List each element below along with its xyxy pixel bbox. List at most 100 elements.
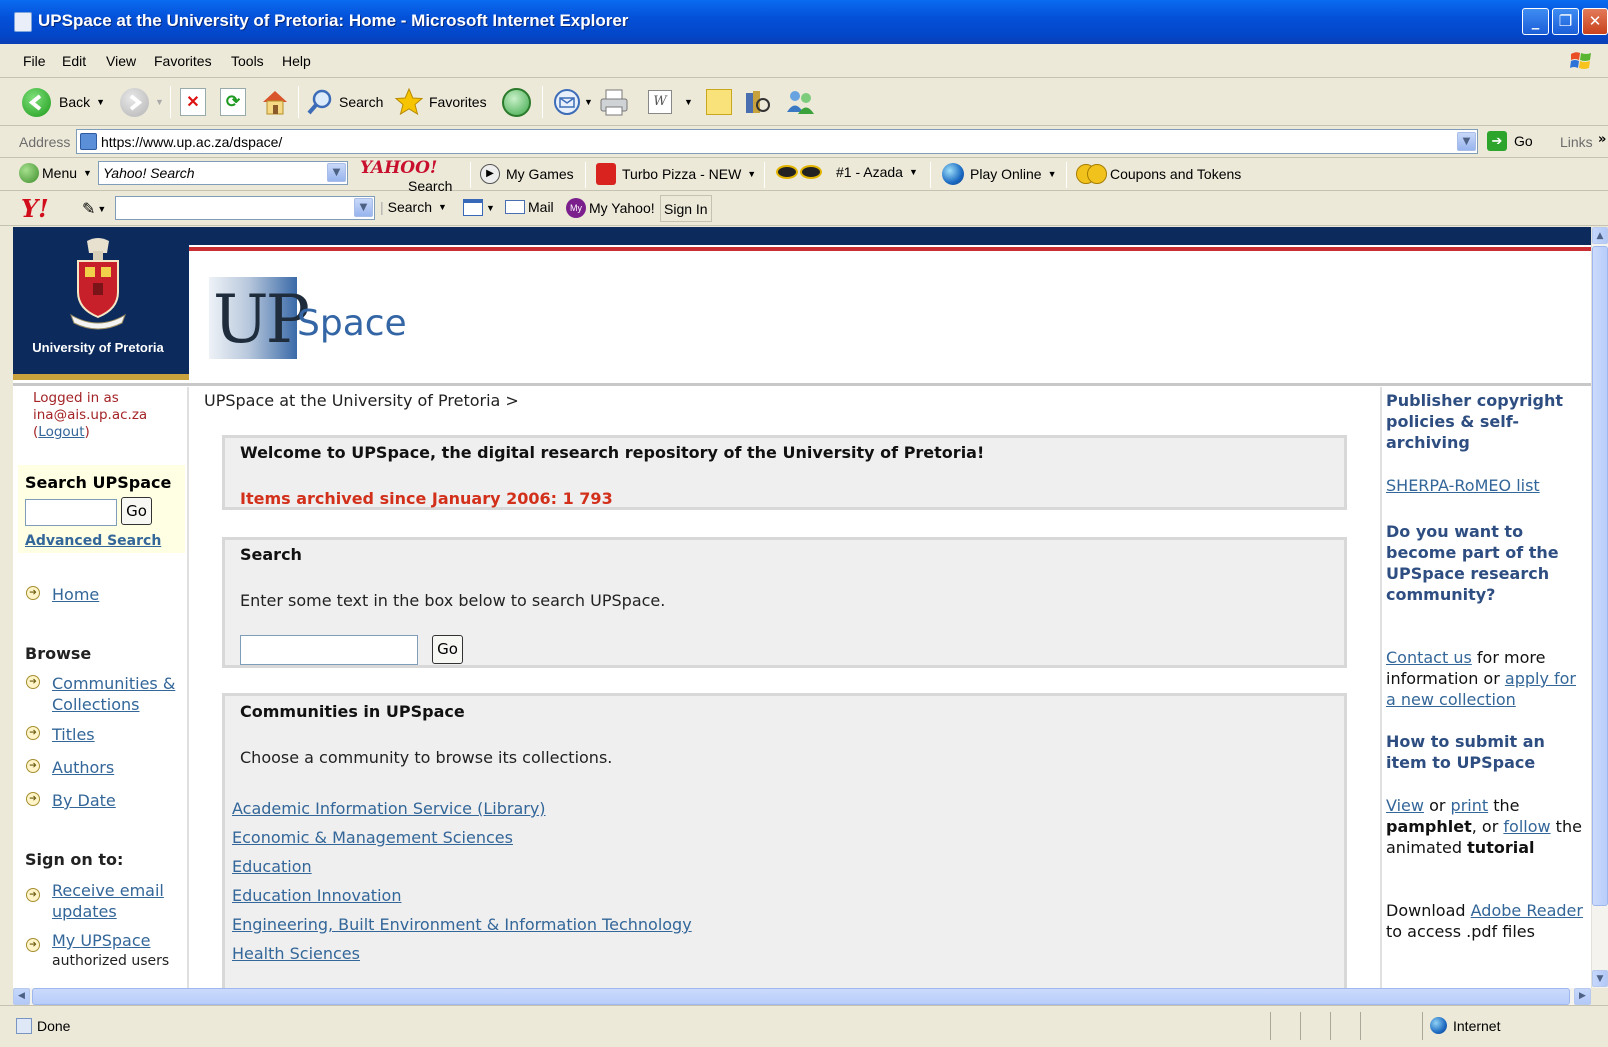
address-input[interactable]: https://www.up.ac.za/dspace/ ▼: [76, 129, 1478, 154]
research-button[interactable]: [742, 84, 772, 120]
turbo-pizza-button[interactable]: Turbo Pizza - NEW ▼: [596, 163, 756, 185]
go-button[interactable]: ➔ Go: [1487, 131, 1533, 151]
logout-link[interactable]: Logout: [38, 424, 84, 440]
mail-button[interactable]: ▼: [552, 84, 593, 120]
yahoo-mail-button[interactable]: Mail: [505, 199, 554, 215]
yahoo-y-logo[interactable]: Y!: [21, 194, 49, 223]
yahoo-pencil-button[interactable]: ✎ ▼: [82, 199, 106, 219]
sidebar-item-label: Communities & Collections: [52, 674, 176, 714]
turbo-pizza-dropdown-icon[interactable]: ▼: [747, 169, 756, 179]
sidebar-item-titles[interactable]: ➔ Titles: [26, 724, 95, 745]
coupons-button[interactable]: Coupons and Tokens: [1076, 163, 1241, 185]
note-icon: [706, 89, 732, 115]
yahoo-search-logo[interactable]: YAHOO! Search: [360, 158, 452, 194]
yahoo-menu-button[interactable]: Menu ▼: [19, 163, 92, 183]
sidebar-item-my-upspace[interactable]: ➔ My UPSpace authorized users: [26, 930, 169, 972]
vertical-scroll-thumb[interactable]: [1592, 246, 1608, 906]
contact-us-link[interactable]: Contact us: [1386, 648, 1472, 667]
community-link[interactable]: Engineering, Built Environment & Informa…: [232, 915, 692, 934]
address-dropdown-icon[interactable]: ▼: [1457, 132, 1476, 151]
close-button[interactable]: ✕: [1582, 8, 1608, 35]
sherpa-romeo-link[interactable]: SHERPA-RoMEO list: [1386, 475, 1586, 496]
menu-favorites[interactable]: Favorites: [154, 53, 212, 69]
play-online-button[interactable]: Play Online ▼: [942, 163, 1057, 185]
azada-button[interactable]: #1 - Azada ▼: [776, 164, 918, 180]
left-navigation: Logged in as ina@ais.up.ac.za (Logout) S…: [13, 387, 189, 988]
vertical-scrollbar[interactable]: ▲ ▼: [1591, 227, 1608, 988]
my-games-button[interactable]: ▶ My Games: [480, 164, 574, 184]
menu-file[interactable]: File: [23, 53, 46, 69]
home-button[interactable]: [260, 84, 290, 120]
scroll-right-icon[interactable]: ▶: [1574, 988, 1591, 1005]
discuss-button[interactable]: [706, 84, 732, 120]
refresh-button[interactable]: ⟳: [220, 84, 246, 120]
main-search-input[interactable]: [240, 635, 418, 665]
scroll-left-icon[interactable]: ◀: [13, 988, 30, 1005]
sidebar-item-communities[interactable]: ➔ Communities & Collections: [26, 673, 176, 715]
menu-view[interactable]: View: [106, 53, 136, 69]
menu-help[interactable]: Help: [282, 53, 311, 69]
restore-button[interactable]: ❐: [1552, 8, 1579, 35]
view-link[interactable]: View: [1386, 796, 1424, 815]
back-button[interactable]: Back ▼: [22, 84, 105, 120]
search-button[interactable]: Search: [306, 84, 383, 120]
yahoo-search-dropdown-icon[interactable]: ▼: [327, 163, 346, 182]
yahoo-search-dropdown-icon[interactable]: ▼: [438, 202, 447, 212]
community-link[interactable]: Health Sciences: [232, 944, 360, 963]
community-link[interactable]: Economic & Management Sciences: [232, 828, 513, 847]
sign-in-button[interactable]: Sign In: [660, 195, 712, 222]
university-logo-block[interactable]: University of Pretoria: [13, 227, 189, 379]
azada-dropdown-icon[interactable]: ▼: [909, 167, 918, 177]
sidebar-item-email-updates[interactable]: ➔ Receive email updates: [26, 880, 176, 922]
edit-dropdown-icon[interactable]: ▼: [684, 97, 693, 107]
links-chevron-icon[interactable]: »: [1598, 132, 1606, 147]
community-link[interactable]: Education: [232, 857, 312, 876]
messenger-people-icon: [787, 91, 814, 114]
print-link[interactable]: print: [1451, 796, 1489, 815]
play-online-dropdown-icon[interactable]: ▼: [1048, 169, 1057, 179]
play-online-label: Play Online: [970, 166, 1042, 182]
yahoo-search-button[interactable]: | Search ▼: [380, 199, 447, 215]
my-yahoo-button[interactable]: My My Yahoo!: [566, 198, 655, 218]
search-instructions: Enter some text in the box below to sear…: [240, 591, 666, 610]
forward-button[interactable]: ▼: [120, 84, 164, 120]
yahoo-window-button[interactable]: ▼: [463, 199, 495, 216]
edit-button[interactable]: W ▼: [648, 84, 693, 120]
advanced-search-link[interactable]: Advanced Search: [25, 533, 161, 549]
security-zone: Internet: [1430, 1017, 1500, 1034]
scroll-up-icon[interactable]: ▲: [1592, 227, 1608, 244]
main-search-go-button[interactable]: Go: [432, 635, 463, 664]
stop-button[interactable]: ✕: [180, 84, 206, 120]
breadcrumb[interactable]: UPSpace at the University of Pretoria >: [204, 391, 519, 410]
history-button[interactable]: [502, 84, 531, 120]
follow-link[interactable]: follow: [1503, 817, 1550, 836]
mail-icon: [554, 89, 580, 115]
pencil-dropdown-icon: ▼: [97, 204, 107, 214]
sidebar-item-authors[interactable]: ➔ Authors: [26, 757, 114, 778]
sidebar-search-go-button[interactable]: Go: [121, 497, 152, 525]
horizontal-scrollbar[interactable]: ◀ ▶: [13, 988, 1591, 1005]
favorites-button[interactable]: Favorites: [394, 84, 487, 120]
community-link[interactable]: Academic Information Service (Library): [232, 799, 546, 818]
community-link[interactable]: Education Innovation: [232, 886, 401, 905]
menu-edit[interactable]: Edit: [62, 53, 86, 69]
sidebar-item-home[interactable]: ➔ Home: [26, 584, 99, 605]
mail-dropdown-icon[interactable]: ▼: [584, 97, 593, 107]
yahoo-toolbar-search-input[interactable]: ▼: [115, 196, 375, 220]
favorites-star-icon: [394, 87, 424, 116]
scroll-down-icon[interactable]: ▼: [1592, 970, 1608, 987]
sidebar-item-by-date[interactable]: ➔ By Date: [26, 790, 116, 811]
gold-stripe: [13, 374, 189, 380]
adobe-reader-link[interactable]: Adobe Reader: [1471, 901, 1583, 920]
sidebar-search-input[interactable]: [25, 499, 117, 526]
upspace-logo[interactable]: UP Space: [209, 277, 409, 363]
minimize-button[interactable]: _: [1522, 8, 1549, 35]
print-button[interactable]: [598, 84, 630, 120]
yahoo-toolbar-search-dropdown-icon[interactable]: ▼: [354, 198, 373, 217]
links-label[interactable]: Links: [1560, 134, 1593, 150]
messenger-button[interactable]: [784, 84, 816, 120]
menu-tools[interactable]: Tools: [231, 53, 264, 69]
back-dropdown-icon[interactable]: ▼: [96, 97, 105, 107]
yahoo-search-combo[interactable]: Yahoo! Search ▼: [98, 161, 348, 185]
horizontal-scroll-thumb[interactable]: [32, 988, 1570, 1005]
